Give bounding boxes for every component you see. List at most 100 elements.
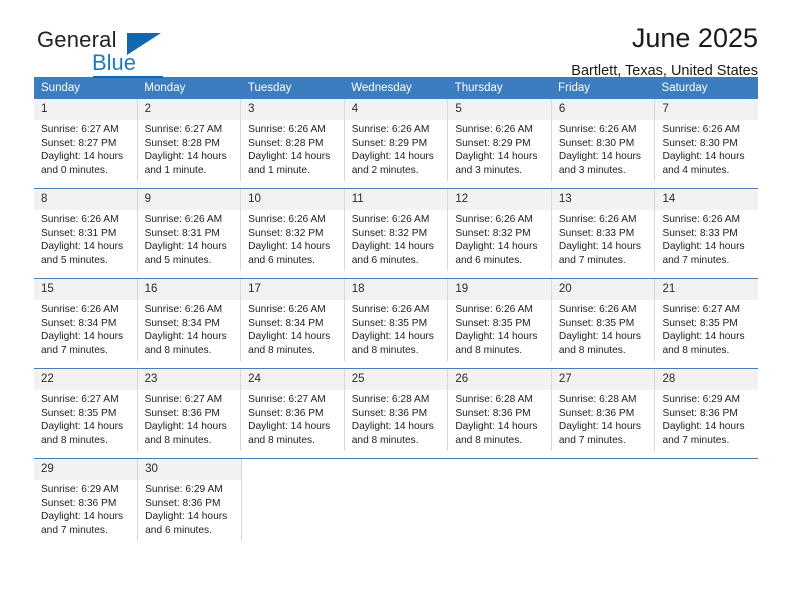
daylight-text: Daylight: 14 hours and 3 minutes. [455, 151, 538, 176]
day-number: 10 [241, 189, 344, 210]
daylight-text: Daylight: 14 hours and 6 minutes. [455, 241, 538, 266]
sunrise-text: Sunrise: 6:26 AM [248, 124, 326, 135]
day-number: 20 [551, 279, 655, 300]
day-cell[interactable]: 9 Sunrise: 6:26 AM Sunset: 8:31 PM Daylight… [137, 189, 242, 271]
daylight-text: Daylight: 14 hours and 7 minutes. [662, 241, 745, 266]
daylight-text: Daylight: 14 hours and 6 minutes. [351, 241, 434, 266]
day-cell[interactable]: 19 Sunrise: 6:26 AM Sunset: 8:35 PM Dayligh… [448, 279, 552, 361]
day-cell[interactable]: 3 Sunrise: 6:26 AM Sunset: 8:28 PM Daylight… [241, 99, 345, 181]
daylight-text: Daylight: 14 hours and 8 minutes. [351, 331, 434, 356]
day-number [655, 459, 758, 480]
sunrise-text: Sunrise: 6:26 AM [455, 214, 533, 225]
day-number [242, 459, 345, 480]
day-cell[interactable]: 30 Sunrise: 6:29 AM Sunset: 8:36 PM Dayligh… [138, 459, 243, 541]
day-cell[interactable]: 13 Sunrise: 6:26 AM Sunset: 8:33 PM Dayligh… [551, 189, 656, 271]
day-info: Sunrise: 6:29 AM Sunset: 8:36 PM Daylight:… [138, 480, 241, 537]
day-info: Sunrise: 6:28 AM Sunset: 8:36 PM Daylight:… [552, 390, 655, 447]
day-cell[interactable]: 24 Sunrise: 6:27 AM Sunset: 8:36 PM Dayligh… [241, 369, 345, 451]
day-number: 8 [34, 189, 137, 210]
week-row: 22 Sunrise: 6:27 AM Sunset: 8:35 PM Dayligh… [34, 368, 759, 451]
sunrise-text: Sunrise: 6:27 AM [662, 304, 741, 315]
daylight-text: Daylight: 14 hours and 8 minutes. [662, 331, 745, 356]
sunset-text: Sunset: 8:34 PM [41, 317, 117, 329]
sunrise-text: Sunrise: 6:26 AM [144, 214, 223, 225]
day-cell[interactable]: 22 Sunrise: 6:27 AM Sunset: 8:35 PM Dayligh… [34, 369, 138, 451]
day-cell[interactable]: 23 Sunrise: 6:27 AM Sunset: 8:36 PM Dayligh… [137, 369, 242, 451]
day-number: 7 [655, 99, 759, 120]
day-cell[interactable]: 27 Sunrise: 6:28 AM Sunset: 8:36 PM Dayligh… [551, 369, 656, 451]
day-cell[interactable]: 10 Sunrise: 6:26 AM Sunset: 8:32 PM Dayligh… [241, 189, 345, 271]
daylight-text: Daylight: 14 hours and 0 minutes. [41, 151, 124, 176]
day-number: 25 [344, 369, 448, 390]
sunset-text: Sunset: 8:36 PM [144, 407, 220, 419]
day-cell[interactable]: 26 Sunrise: 6:28 AM Sunset: 8:36 PM Dayligh… [448, 369, 552, 451]
sunrise-text: Sunrise: 6:26 AM [558, 304, 637, 315]
day-info [552, 480, 655, 483]
day-cell[interactable]: 28 Sunrise: 6:29 AM Sunset: 8:36 PM Dayligh… [655, 369, 759, 451]
daylight-text: Daylight: 14 hours and 7 minutes. [41, 511, 124, 536]
week-row: 1 Sunrise: 6:27 AM Sunset: 8:27 PM Daylight… [34, 99, 759, 181]
daylight-text: Daylight: 14 hours and 7 minutes. [558, 421, 642, 446]
daylight-text: Daylight: 14 hours and 8 minutes. [248, 331, 331, 356]
day-info: Sunrise: 6:26 AM Sunset: 8:32 PM Daylight:… [345, 210, 448, 267]
day-cell[interactable]: 20 Sunrise: 6:26 AM Sunset: 8:35 PM Dayligh… [551, 279, 656, 361]
sunset-text: Sunset: 8:31 PM [144, 227, 220, 239]
weekday-header-thursday: Thursday [454, 82, 503, 94]
week-row: 29 Sunrise: 6:29 AM Sunset: 8:36 PM Dayligh… [34, 458, 758, 541]
sunset-text: Sunset: 8:36 PM [351, 407, 428, 419]
day-cell[interactable]: 12 Sunrise: 6:26 AM Sunset: 8:32 PM Dayligh… [448, 189, 552, 271]
sunset-text: Sunset: 8:32 PM [248, 227, 324, 239]
sunset-text: Sunset: 8:36 PM [248, 407, 324, 419]
day-cell[interactable]: 15 Sunrise: 6:26 AM Sunset: 8:34 PM Dayligh… [34, 279, 138, 361]
daylight-text: Daylight: 14 hours and 6 minutes. [248, 241, 331, 266]
day-info: Sunrise: 6:27 AM Sunset: 8:27 PM Daylight:… [34, 120, 137, 177]
sunrise-text: Sunrise: 6:26 AM [455, 124, 533, 135]
day-number: 29 [34, 459, 138, 480]
sunset-text: Sunset: 8:35 PM [351, 317, 428, 329]
daylight-text: Daylight: 14 hours and 3 minutes. [558, 151, 642, 176]
day-cell[interactable]: 16 Sunrise: 6:26 AM Sunset: 8:34 PM Dayligh… [137, 279, 242, 361]
sunrise-text: Sunrise: 6:27 AM [41, 124, 119, 135]
day-info: Sunrise: 6:26 AM Sunset: 8:32 PM Daylight:… [241, 210, 344, 267]
day-cell[interactable]: 2 Sunrise: 6:27 AM Sunset: 8:28 PM Daylight… [137, 99, 242, 181]
day-cell[interactable]: 14 Sunrise: 6:26 AM Sunset: 8:33 PM Dayligh… [655, 189, 759, 271]
day-cell[interactable]: 6 Sunrise: 6:26 AM Sunset: 8:30 PM Daylight… [551, 99, 656, 181]
brand-logo[interactable]: General Blue [37, 27, 267, 79]
day-cell[interactable]: 1 Sunrise: 6:27 AM Sunset: 8:27 PM Daylight… [34, 99, 138, 181]
sunrise-text: Sunrise: 6:26 AM [248, 214, 326, 225]
day-number: 9 [137, 189, 241, 210]
sunrise-text: Sunrise: 6:26 AM [41, 214, 119, 225]
sunset-text: Sunset: 8:36 PM [662, 407, 738, 419]
day-cell[interactable]: 11 Sunrise: 6:26 AM Sunset: 8:32 PM Dayligh… [344, 189, 449, 271]
day-cell[interactable]: 21 Sunrise: 6:27 AM Sunset: 8:35 PM Dayligh… [655, 279, 759, 361]
sunset-text: Sunset: 8:29 PM [351, 137, 428, 149]
day-cell[interactable]: 18 Sunrise: 6:26 AM Sunset: 8:35 PM Dayligh… [344, 279, 449, 361]
day-number: 17 [241, 279, 344, 300]
day-info: Sunrise: 6:26 AM Sunset: 8:34 PM Daylight:… [34, 300, 137, 357]
day-cell[interactable]: 8 Sunrise: 6:26 AM Sunset: 8:31 PM Daylight… [34, 189, 138, 271]
week-row: 15 Sunrise: 6:26 AM Sunset: 8:34 PM Dayligh… [34, 278, 759, 361]
page-header: General Blue June 2025 Bartlett, Texas, … [34, 0, 758, 79]
sunrise-text: Sunrise: 6:28 AM [455, 394, 533, 405]
day-cell[interactable]: 29 Sunrise: 6:29 AM Sunset: 8:36 PM Dayligh… [34, 459, 139, 541]
day-number: 26 [448, 369, 551, 390]
day-cell[interactable]: 4 Sunrise: 6:26 AM Sunset: 8:29 PM Daylight… [344, 99, 449, 181]
sunrise-text: Sunrise: 6:27 AM [248, 394, 326, 405]
day-cell[interactable]: 5 Sunrise: 6:26 AM Sunset: 8:29 PM Daylight… [448, 99, 552, 181]
page-title: June 2025 [631, 23, 758, 53]
daylight-text: Daylight: 14 hours and 8 minutes. [144, 331, 227, 356]
daylight-text: Daylight: 14 hours and 6 minutes. [145, 511, 228, 536]
sunrise-text: Sunrise: 6:26 AM [455, 304, 533, 315]
day-number: 19 [448, 279, 551, 300]
day-cell[interactable]: 17 Sunrise: 6:26 AM Sunset: 8:34 PM Dayligh… [241, 279, 345, 361]
sunrise-text: Sunrise: 6:27 AM [41, 394, 119, 405]
day-cell[interactable]: 7 Sunrise: 6:26 AM Sunset: 8:30 PM Daylight… [655, 99, 759, 181]
day-cell[interactable]: 25 Sunrise: 6:28 AM Sunset: 8:36 PM Dayligh… [344, 369, 449, 451]
sunset-text: Sunset: 8:30 PM [558, 137, 635, 149]
day-info: Sunrise: 6:26 AM Sunset: 8:33 PM Daylight:… [655, 210, 758, 267]
sunrise-text: Sunrise: 6:26 AM [41, 304, 119, 315]
daylight-text: Daylight: 14 hours and 7 minutes. [662, 421, 745, 446]
sunset-text: Sunset: 8:31 PM [41, 227, 117, 239]
day-number: 27 [551, 369, 655, 390]
day-number: 3 [241, 99, 344, 120]
